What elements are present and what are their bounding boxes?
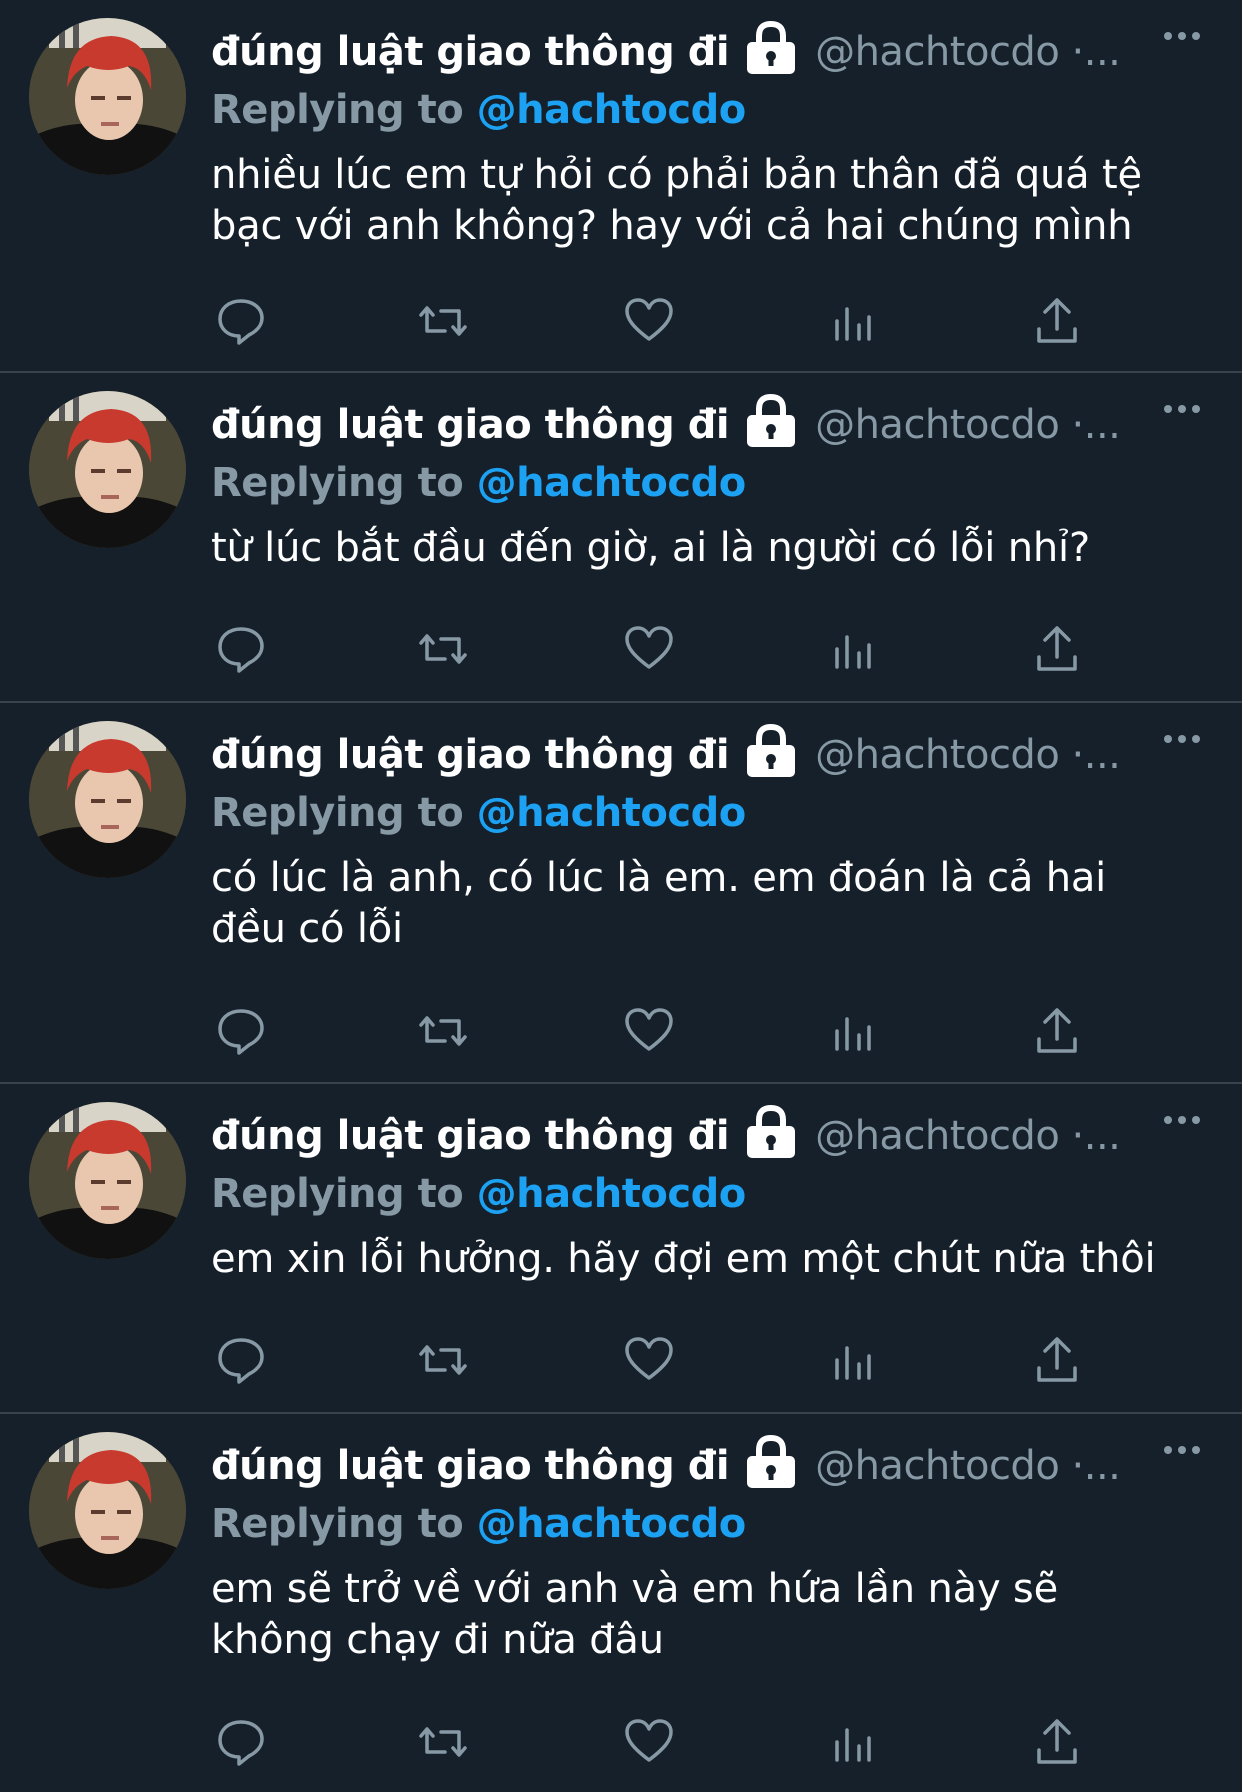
tweet[interactable]: đúng luật giao thông đi @hachtocdo ·... … — [0, 1084, 1242, 1414]
user-handle[interactable]: @hachtocdo ·... — [815, 402, 1121, 448]
reply-icon[interactable] — [215, 1334, 267, 1386]
share-icon[interactable] — [1031, 623, 1083, 675]
lock-icon — [743, 20, 799, 76]
more-icon[interactable] — [1162, 729, 1202, 749]
replying-to: Replying to @hachtocdo — [211, 84, 1202, 136]
tweet-text: nhiều lúc em tự hỏi có phải bản thân đã … — [211, 152, 1142, 249]
display-name[interactable]: đúng luật giao thông đi — [211, 1443, 730, 1489]
lock-icon — [743, 393, 799, 449]
replying-prefix: Replying to — [211, 790, 477, 836]
reply-icon[interactable] — [215, 295, 267, 347]
tweet-text: em xin lỗi hưởng. hãy đợi em một chút nữ… — [211, 1236, 1156, 1282]
heart-icon[interactable] — [623, 1005, 675, 1057]
tweet-actions — [211, 623, 1111, 675]
analytics-icon[interactable] — [827, 623, 879, 675]
tweet[interactable]: đúng luật giao thông đi @hachtocdo ·... … — [0, 1414, 1242, 1792]
tweet-actions — [211, 1716, 1111, 1768]
retweet-icon[interactable] — [417, 1334, 469, 1386]
avatar[interactable] — [29, 1102, 186, 1259]
replying-handle-link[interactable]: @hachtocdo — [477, 790, 747, 836]
avatar[interactable] — [29, 391, 186, 548]
tweet-actions — [211, 1005, 1111, 1057]
share-icon[interactable] — [1031, 1334, 1083, 1386]
display-name[interactable]: đúng luật giao thông đi — [211, 732, 730, 778]
user-handle[interactable]: @hachtocdo ·... — [815, 29, 1121, 75]
heart-icon[interactable] — [623, 295, 675, 347]
tweet-text: từ lúc bắt đầu đến giờ, ai là người có l… — [211, 525, 1090, 571]
display-name[interactable]: đúng luật giao thông đi — [211, 29, 730, 75]
replying-handle-link[interactable]: @hachtocdo — [477, 1501, 747, 1547]
lock-icon — [743, 1434, 799, 1490]
reply-icon[interactable] — [215, 1716, 267, 1768]
share-icon[interactable] — [1031, 295, 1083, 347]
more-icon[interactable] — [1162, 1110, 1202, 1130]
more-icon[interactable] — [1162, 1440, 1202, 1460]
retweet-icon[interactable] — [417, 1005, 469, 1057]
lock-icon — [743, 1104, 799, 1160]
replying-prefix: Replying to — [211, 1501, 477, 1547]
tweet[interactable]: đúng luật giao thông đi @hachtocdo ·... … — [0, 703, 1242, 1084]
more-icon[interactable] — [1162, 26, 1202, 46]
tweet-text: có lúc là anh, có lúc là em. em đoán là … — [211, 855, 1107, 952]
heart-icon[interactable] — [623, 623, 675, 675]
replying-to: Replying to @hachtocdo — [211, 1498, 1202, 1550]
tweet[interactable]: đúng luật giao thông đi @hachtocdo ·... … — [0, 373, 1242, 703]
avatar[interactable] — [29, 721, 186, 878]
heart-icon[interactable] — [623, 1334, 675, 1386]
retweet-icon[interactable] — [417, 1716, 469, 1768]
replying-prefix: Replying to — [211, 87, 477, 133]
tweet-actions — [211, 1334, 1111, 1386]
retweet-icon[interactable] — [417, 295, 469, 347]
more-icon[interactable] — [1162, 399, 1202, 419]
share-icon[interactable] — [1031, 1005, 1083, 1057]
replying-prefix: Replying to — [211, 460, 477, 506]
reply-icon[interactable] — [215, 1005, 267, 1057]
tweet-actions — [211, 295, 1111, 347]
replying-to: Replying to @hachtocdo — [211, 787, 1202, 839]
replying-handle-link[interactable]: @hachtocdo — [477, 1171, 747, 1217]
avatar[interactable] — [29, 18, 186, 175]
reply-thread: đúng luật giao thông đi @hachtocdo ·... … — [0, 0, 1242, 1792]
replying-to: Replying to @hachtocdo — [211, 457, 1202, 509]
display-name[interactable]: đúng luật giao thông đi — [211, 402, 730, 448]
analytics-icon[interactable] — [827, 1716, 879, 1768]
display-name[interactable]: đúng luật giao thông đi — [211, 1113, 730, 1159]
reply-icon[interactable] — [215, 623, 267, 675]
analytics-icon[interactable] — [827, 295, 879, 347]
replying-to: Replying to @hachtocdo — [211, 1168, 1202, 1220]
analytics-icon[interactable] — [827, 1005, 879, 1057]
replying-handle-link[interactable]: @hachtocdo — [477, 87, 747, 133]
retweet-icon[interactable] — [417, 623, 469, 675]
share-icon[interactable] — [1031, 1716, 1083, 1768]
tweet-text: em sẽ trở về với anh và em hứa lần này s… — [211, 1566, 1058, 1663]
tweet[interactable]: đúng luật giao thông đi @hachtocdo ·... … — [0, 0, 1242, 373]
lock-icon — [743, 723, 799, 779]
avatar[interactable] — [29, 1432, 186, 1589]
replying-handle-link[interactable]: @hachtocdo — [477, 460, 747, 506]
user-handle[interactable]: @hachtocdo ·... — [815, 1113, 1121, 1159]
heart-icon[interactable] — [623, 1716, 675, 1768]
user-handle[interactable]: @hachtocdo ·... — [815, 732, 1121, 778]
user-handle[interactable]: @hachtocdo ·... — [815, 1443, 1121, 1489]
analytics-icon[interactable] — [827, 1334, 879, 1386]
replying-prefix: Replying to — [211, 1171, 477, 1217]
